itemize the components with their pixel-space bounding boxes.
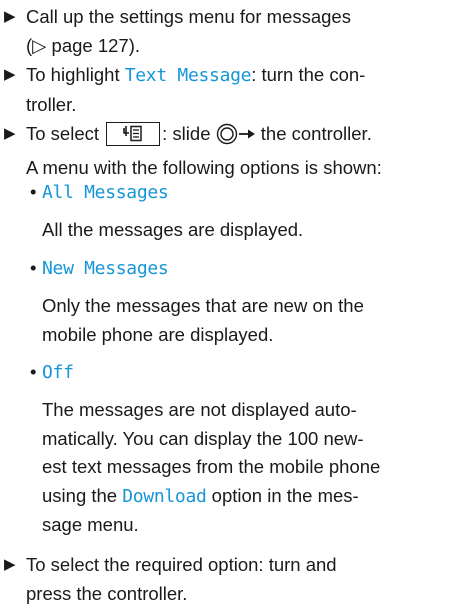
step-1: ▶ Call up the settings menu for messages… [4, 3, 456, 60]
option-desc-line: The messages are not displayed auto- [42, 399, 357, 420]
bullet-icon: • [30, 181, 37, 202]
option-off: • Off [30, 358, 456, 388]
desc-post: option in the mes- [206, 484, 359, 506]
step-2-line-2: troller. [26, 93, 77, 115]
option-desc-line: Only the messages that are new on the [42, 295, 364, 316]
menu-list-key-icon [106, 122, 161, 146]
triangle-right-icon: ▶ [4, 66, 16, 83]
bullet-icon: • [30, 361, 37, 382]
option-desc-line: est text messages from the mobile phone [42, 456, 381, 477]
option-desc-line: All the messages are displayed. [42, 219, 304, 240]
page-reference: (▷ page 127). [26, 34, 140, 56]
step-4: ▶ To select the required option: turn an… [4, 551, 456, 608]
triangle-right-icon: ▶ [4, 8, 16, 25]
menu-item-text-message: Text Message [124, 65, 252, 86]
step-4-line-2: press the controller. [26, 582, 188, 604]
controller-slide-right-icon [216, 123, 256, 154]
instruction-page: ▶ Call up the settings menu for messages… [0, 0, 462, 610]
step-3-mid: : slide [162, 123, 216, 144]
step-3-pre: To select [26, 123, 105, 144]
option-desc-line: mobile phone are displayed. [42, 323, 274, 345]
step-3: ▶ To select : slide the controller. A me… [4, 120, 456, 182]
option-label: All Messages [42, 182, 169, 203]
desc-pre: using the [42, 484, 123, 506]
step-3-post: the controller. [255, 123, 372, 144]
step-2-line-1: To highlight Text Message: turn the con- [26, 61, 456, 91]
step-2: ▶ To highlight Text Message: turn the co… [4, 61, 456, 119]
bullet-icon: • [30, 257, 37, 278]
option-label: New Messages [42, 258, 169, 279]
triangle-right-icon: ▶ [4, 556, 16, 573]
step-2-pre: To highlight [26, 64, 125, 85]
option-off-desc: The messages are not displayed auto- mat… [42, 396, 456, 540]
option-desc-line: matically. You can display the 100 new- [42, 427, 364, 449]
option-desc-line: using the Download option in the mes- [42, 482, 456, 512]
menu-item-download: Download [122, 485, 207, 507]
step-3-line-1: To select : slide the controller. [26, 120, 456, 154]
option-new-messages: • New Messages [30, 254, 456, 284]
option-label: Off [42, 362, 74, 383]
option-all-messages-desc: All the messages are displayed. [42, 216, 456, 245]
step-1-text: Call up the settings menu for messages [26, 6, 351, 27]
step-2-post: : turn the con- [251, 64, 366, 85]
step-4-line-1: To select the required option: turn and [26, 554, 337, 575]
option-all-messages: • All Messages [30, 178, 456, 208]
option-new-messages-desc: Only the messages that are new on the mo… [42, 292, 456, 349]
triangle-right-icon: ▶ [4, 125, 16, 142]
option-desc-line: sage menu. [42, 514, 139, 535]
